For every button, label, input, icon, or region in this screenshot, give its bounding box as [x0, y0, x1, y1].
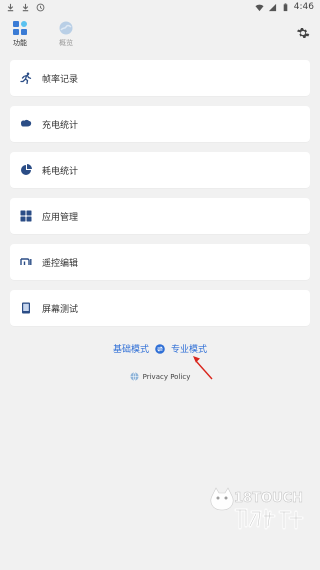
- menu-item-label: 遥控编辑: [42, 258, 79, 269]
- menu-item-remote-edit[interactable]: 遥控编辑: [10, 244, 310, 280]
- status-left-icons: [6, 3, 45, 12]
- download-icon: [22, 3, 29, 11]
- privacy-policy[interactable]: Privacy Policy: [0, 372, 320, 381]
- menu-item-label: 帧率记录: [42, 74, 79, 85]
- status-time: 4:46: [293, 2, 314, 12]
- mode-switch: 基础模式 专业模式: [0, 342, 320, 355]
- status-bar: 4:46: [0, 0, 320, 14]
- tab-overview-label: 概览: [59, 39, 73, 47]
- brand-watermark: 18TOUCH: [210, 487, 304, 530]
- menu-item-app-management[interactable]: 应用管理: [10, 198, 310, 234]
- gear-icon[interactable]: [296, 26, 310, 40]
- tab-features-label: 功能: [13, 39, 27, 47]
- top-nav: 功能 概览: [8, 20, 78, 48]
- menu-item-label: 耗电统计: [42, 166, 79, 177]
- screen-icon: [22, 302, 30, 314]
- download-icon: [7, 3, 14, 11]
- grid-icon: [20, 210, 32, 222]
- menu-item-power-stats[interactable]: 耗电统计: [10, 152, 310, 188]
- signal-icon: [268, 3, 276, 11]
- swap-icon[interactable]: [155, 343, 165, 354]
- tab-features[interactable]: 功能: [8, 20, 32, 48]
- wifi-icon: [255, 4, 264, 11]
- globe-icon: [130, 372, 139, 381]
- menu-item-label: 应用管理: [42, 212, 79, 223]
- menu-item-screen-test[interactable]: 屏幕测试: [10, 290, 310, 326]
- tab-overview[interactable]: 概览: [54, 20, 78, 48]
- pie-chart-icon: [21, 164, 32, 175]
- charging-icon: [21, 119, 32, 127]
- status-right-icons: 4:46: [255, 2, 314, 12]
- basic-mode-link[interactable]: 基础模式: [113, 342, 149, 355]
- menu-item-label: 充电统计: [42, 120, 79, 131]
- privacy-policy-label: Privacy Policy: [142, 372, 191, 381]
- watermark-brand: 18TOUCH: [234, 491, 303, 506]
- overview-icon: [59, 21, 73, 35]
- mi-icon: [20, 258, 32, 265]
- running-icon: [20, 72, 32, 84]
- menu-item-label: 屏幕测试: [42, 304, 79, 315]
- menu-item-frame-rate[interactable]: 帧率记录: [10, 60, 310, 96]
- cat-icon: [210, 487, 234, 511]
- battery-icon: [283, 2, 288, 11]
- apps-icon: [13, 21, 27, 35]
- menu-list: 帧率记录 充电统计 耗电统计 应用管理 遥控编辑 屏幕测试: [10, 60, 310, 336]
- clock-icon: [36, 3, 45, 11]
- menu-item-charging-stats[interactable]: 充电统计: [10, 106, 310, 142]
